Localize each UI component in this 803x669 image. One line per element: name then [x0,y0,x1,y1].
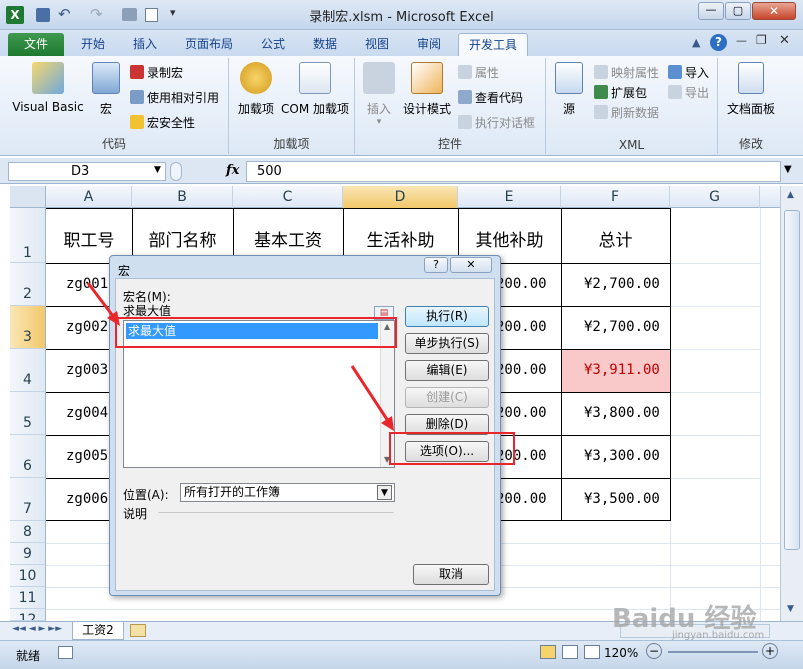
watermark-sub: jingyan.baidu.com [672,630,765,641]
arrow-to-list [86,282,120,326]
annotation-arrows [86,282,394,431]
arrow-to-options [350,365,394,431]
